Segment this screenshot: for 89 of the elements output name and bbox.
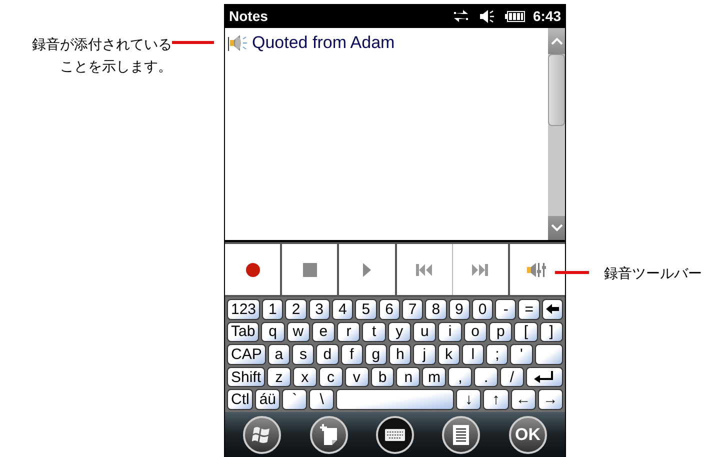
key[interactable]: ` <box>282 389 308 410</box>
new-note-icon <box>320 424 338 446</box>
key[interactable]: i <box>438 322 462 342</box>
key[interactable]: → <box>538 389 563 410</box>
key[interactable]: w <box>286 322 310 342</box>
keyboard-button[interactable] <box>376 416 414 454</box>
key[interactable]: Shift <box>227 366 266 388</box>
new-button[interactable] <box>310 416 348 454</box>
key[interactable]: z <box>267 366 291 388</box>
key[interactable]: y <box>388 322 412 342</box>
key[interactable]: ] <box>540 322 563 342</box>
key[interactable]: v <box>344 366 369 388</box>
flag-logo-icon <box>252 426 272 444</box>
connectivity-icon[interactable] <box>452 10 469 22</box>
key[interactable]: 4 <box>332 299 354 320</box>
start-button[interactable] <box>243 416 282 454</box>
key[interactable]: f <box>340 344 363 365</box>
leader-line <box>172 41 214 44</box>
key[interactable]: q <box>261 322 284 342</box>
space-key[interactable] <box>336 389 454 410</box>
key[interactable]: 1 <box>262 299 284 320</box>
volume-slider-icon <box>527 262 548 278</box>
key[interactable]: g <box>364 344 388 365</box>
key[interactable]: \ <box>309 389 334 410</box>
enter-key[interactable] <box>534 344 563 365</box>
key[interactable]: / <box>500 366 524 388</box>
key[interactable]: b <box>370 366 394 388</box>
key[interactable]: ; <box>486 344 508 365</box>
key[interactable]: = <box>518 299 540 320</box>
key[interactable]: k <box>438 344 460 365</box>
key[interactable]: Ctl <box>227 389 254 410</box>
key[interactable]: CAP <box>227 344 266 365</box>
ok-button[interactable]: OK <box>508 416 547 454</box>
key[interactable]: 6 <box>378 299 400 320</box>
key[interactable]: j <box>413 344 436 365</box>
key[interactable]: x <box>292 366 317 388</box>
key[interactable]: m <box>422 366 446 388</box>
note-title: Quoted from Adam <box>252 32 395 54</box>
key[interactable]: h <box>389 344 412 365</box>
key[interactable]: o <box>464 322 487 342</box>
key[interactable]: ' <box>510 344 533 365</box>
scrollbar[interactable] <box>548 28 565 240</box>
key[interactable]: n <box>396 366 420 388</box>
enter-icon <box>534 371 554 384</box>
key[interactable]: u <box>413 322 436 342</box>
skip-back-icon <box>416 264 432 276</box>
key[interactable]: e <box>312 322 336 342</box>
enter-key[interactable] <box>526 366 563 388</box>
key[interactable]: l <box>462 344 484 365</box>
key[interactable]: áü <box>255 389 280 410</box>
backspace-key[interactable] <box>542 299 564 320</box>
skip-forward-icon <box>472 264 488 276</box>
list-icon <box>453 424 470 444</box>
key[interactable]: p <box>489 322 512 342</box>
key[interactable]: . <box>474 366 498 388</box>
stop-icon <box>302 262 317 276</box>
key[interactable]: s <box>292 344 314 365</box>
callout-text: 録音ツールバー <box>604 264 702 283</box>
key[interactable]: t <box>362 322 386 342</box>
key[interactable]: 5 <box>355 299 377 320</box>
key[interactable]: , <box>448 366 472 388</box>
key[interactable]: 7 <box>402 299 424 320</box>
key[interactable]: 123 <box>227 299 260 320</box>
key[interactable]: - <box>495 299 516 320</box>
menu-button[interactable] <box>442 416 480 454</box>
backspace-icon <box>546 304 559 314</box>
key[interactable]: a <box>268 344 290 365</box>
speaker-icon[interactable] <box>478 10 495 22</box>
play-icon <box>362 262 371 276</box>
keyboard-icon <box>384 428 405 440</box>
key[interactable]: r <box>337 322 360 342</box>
key[interactable]: Tab <box>227 322 260 342</box>
key[interactable]: ← <box>510 389 536 410</box>
key[interactable]: 9 <box>448 299 470 320</box>
key[interactable]: 0 <box>472 299 494 320</box>
leader-line <box>555 271 589 274</box>
key[interactable]: d <box>316 344 339 365</box>
battery-icon[interactable] <box>504 10 525 22</box>
key[interactable]: 3 <box>308 299 330 320</box>
key[interactable]: ↑ <box>483 389 509 410</box>
key[interactable]: [ <box>514 322 538 342</box>
key[interactable]: 8 <box>425 299 447 320</box>
key[interactable]: 2 <box>285 299 307 320</box>
callout-text: 録音が添付されていることを示します。 <box>31 35 172 76</box>
key[interactable]: ↓ <box>456 389 482 410</box>
window-title: Notes <box>229 6 269 26</box>
key[interactable]: c <box>318 366 343 388</box>
record-icon <box>246 262 260 276</box>
clock-time: 6:43 <box>532 6 561 26</box>
